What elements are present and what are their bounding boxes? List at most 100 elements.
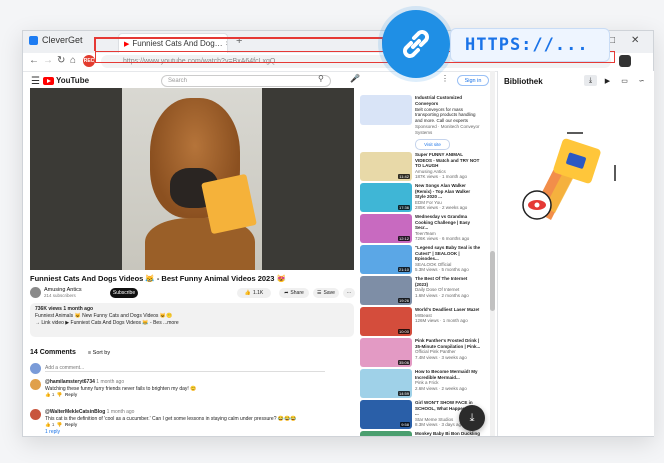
related-thumbnail[interactable]: 14:59 xyxy=(360,369,412,398)
comment-time: 1 month ago xyxy=(106,409,135,415)
subtitle-tab-icon[interactable]: ▭ xyxy=(618,75,631,86)
comment-dislike-icon[interactable]: 👎 xyxy=(57,392,63,397)
comment-user[interactable]: @hamilamsteryt6734 xyxy=(45,379,95,385)
avatar[interactable] xyxy=(30,409,41,420)
visit-site-button[interactable]: Visit site xyxy=(415,139,450,150)
related-video-item[interactable]: 11:42 Super FUNNY ANIMAL VIDEOS - Watch a… xyxy=(360,152,482,182)
related-video-item[interactable]: 14:59 How to Become Mermaid! My Incredibl… xyxy=(360,369,482,399)
ad-sponsor: Sponsored · Monitech Conveyor Systems xyxy=(415,123,480,135)
home-icon[interactable]: ⌂ xyxy=(70,55,76,66)
reply-button[interactable]: Reply xyxy=(65,422,77,427)
channel-avatar[interactable] xyxy=(30,287,41,298)
related-title[interactable]: The Best Of The Internet (2023) xyxy=(415,276,481,287)
menu-icon[interactable]: ☰ xyxy=(31,76,40,87)
related-video-item[interactable]: 21:10 "Legend says Baby Seal is the Cutes… xyxy=(360,245,482,275)
tab-close-icon[interactable]: × xyxy=(226,39,227,48)
related-thumbnail[interactable]: 17:36 xyxy=(360,183,412,212)
comment-like-icon[interactable]: 👍 xyxy=(45,392,51,397)
comment-like-icon[interactable]: 👍 xyxy=(45,422,51,427)
sponsored-ad[interactable]: Industrial Customized Conveyors Belt con… xyxy=(360,95,482,150)
related-title[interactable]: Super FUNNY ANIMAL VIDEOS - Watch and TR… xyxy=(415,152,481,169)
browser-tab[interactable]: ▶ Funniest Cats And Dog… × xyxy=(118,33,228,53)
related-meta: 126M views · 1 month ago xyxy=(415,318,468,324)
add-comment[interactable]: Add a comment... xyxy=(30,363,325,374)
reply-button[interactable]: Reply xyxy=(65,392,77,397)
related-title[interactable]: Pink Panther's Frosted Drink | 35-Minute… xyxy=(415,338,481,349)
video-duration: 21:10 xyxy=(397,267,410,272)
subscribe-button[interactable]: Subscribe xyxy=(110,288,138,298)
related-title[interactable]: How to Become Mermaid! My Incredible Mer… xyxy=(415,369,481,380)
related-thumbnail[interactable]: 9:58 xyxy=(360,400,412,429)
related-title[interactable]: New Songs Alan Walker (Remix) - Top Alan… xyxy=(415,183,481,200)
download-button[interactable]: ⤓ xyxy=(459,405,485,431)
app-name: CleverGet xyxy=(42,35,83,45)
related-thumbnail[interactable]: 11:42 xyxy=(360,152,412,181)
related-thumbnail[interactable]: 19:26 xyxy=(360,276,412,305)
scrollbar-thumb[interactable] xyxy=(490,251,495,311)
video-description[interactable]: 736K views 1 month ago Funniest Animals … xyxy=(30,303,354,337)
youtube-logo[interactable]: YouTube xyxy=(43,76,89,85)
add-comment-input[interactable]: Add a comment... xyxy=(45,365,325,372)
save-icon: ☰ xyxy=(317,290,322,296)
related-video-item[interactable]: 10:00 World's Deadliest Laser Maze! MrBeas… xyxy=(360,307,482,337)
comment-likes: 1 xyxy=(51,392,55,397)
video-duration: 35:06 xyxy=(397,360,410,365)
related-video-item[interactable]: Monkey Baby Bi Bon Duckling in the batht… xyxy=(360,431,482,436)
ad-thumbnail[interactable] xyxy=(360,95,412,125)
sign-in-button[interactable]: Sign in xyxy=(457,75,489,86)
save-button[interactable]: ☰ Save xyxy=(313,288,339,298)
reload-icon[interactable]: ↻ xyxy=(57,55,65,66)
record-button[interactable]: REC xyxy=(83,55,95,67)
description-line-2[interactable]: → Link video ▶ Funniest Cats And Dogs Vi… xyxy=(35,320,349,327)
more-actions-button[interactable]: ··· xyxy=(343,288,355,298)
search-icon[interactable]: ⚲ xyxy=(318,74,324,83)
related-meta: 2.6M views · 2 weeks ago xyxy=(415,385,467,391)
downloading-tab-icon[interactable]: ⤓ xyxy=(584,75,597,86)
youtube-logo-text: YouTube xyxy=(56,76,90,85)
video-player[interactable] xyxy=(30,88,354,270)
link-badge xyxy=(382,10,450,78)
ad-title[interactable]: Industrial Customized Conveyors xyxy=(415,95,481,107)
related-meta: 187K views · 1 month ago xyxy=(415,174,468,180)
share-label: Share xyxy=(290,290,304,296)
scrollbar[interactable] xyxy=(490,71,495,436)
more-options-icon[interactable]: ⋮ xyxy=(441,74,449,83)
related-video-item[interactable]: 12:12 Wednesday vs Grandma Cooking Challe… xyxy=(360,214,482,244)
related-thumbnail[interactable] xyxy=(360,431,412,436)
close-window-icon[interactable]: ✕ xyxy=(631,35,639,46)
comment-user[interactable]: @WalterMekleCatsinBlog xyxy=(45,409,105,415)
channel-info[interactable]: Amusing Antics 214 subscribers xyxy=(30,287,82,298)
search-input[interactable]: Search xyxy=(161,75,331,87)
related-video-item[interactable]: 19:26 The Best Of The Internet (2023) Dail… xyxy=(360,276,482,306)
empty-library-illustration xyxy=(522,132,616,220)
back-icon[interactable]: ← xyxy=(29,55,39,66)
video-duration: 11:42 xyxy=(398,174,410,179)
audio-tab-icon[interactable]: ∽ xyxy=(635,75,648,86)
avatar[interactable] xyxy=(30,379,41,390)
highlight-line xyxy=(94,37,96,51)
related-thumbnail[interactable]: 35:06 xyxy=(360,338,412,367)
related-thumbnail[interactable]: 12:12 xyxy=(360,214,412,243)
related-title[interactable]: "Legend says Baby Seal is the Cutest" | … xyxy=(415,245,481,262)
share-button[interactable]: ➦ Share xyxy=(279,288,309,298)
forward-icon[interactable]: → xyxy=(43,55,53,66)
related-title[interactable]: Monkey Baby Bi Bon Duckling in the batht… xyxy=(415,431,481,436)
video-tab-icon[interactable]: ▶ xyxy=(601,75,614,86)
related-video-item[interactable]: 17:36 New Songs Alan Walker (Remix) - Top… xyxy=(360,183,482,213)
youtube-play-icon xyxy=(43,76,54,85)
related-thumbnail[interactable]: 21:10 xyxy=(360,245,412,274)
like-count: 1.1K xyxy=(252,290,264,296)
replies-toggle[interactable]: 1 reply xyxy=(45,429,297,436)
related-title[interactable]: World's Deadliest Laser Maze! xyxy=(415,307,481,313)
like-button[interactable]: 👍 1.1K xyxy=(237,288,271,298)
microphone-icon[interactable]: 🎤 xyxy=(350,74,360,83)
related-meta: 5.3M views · 5 months ago xyxy=(415,267,469,273)
related-thumbnail[interactable]: 10:00 xyxy=(360,307,412,336)
related-video-item[interactable]: 35:06 Pink Panther's Frosted Drink | 35-M… xyxy=(360,338,482,368)
video-duration: 12:12 xyxy=(397,236,410,241)
comment-dislike-icon[interactable]: 👎 xyxy=(57,422,63,427)
related-title[interactable]: Wednesday vs Grandma Cooking Challenge |… xyxy=(415,214,481,231)
sort-by-button[interactable]: ≡ Sort by xyxy=(88,350,110,356)
related-meta: 1.6M views · 2 months ago xyxy=(415,292,469,298)
download-manager-icon[interactable] xyxy=(619,55,631,67)
